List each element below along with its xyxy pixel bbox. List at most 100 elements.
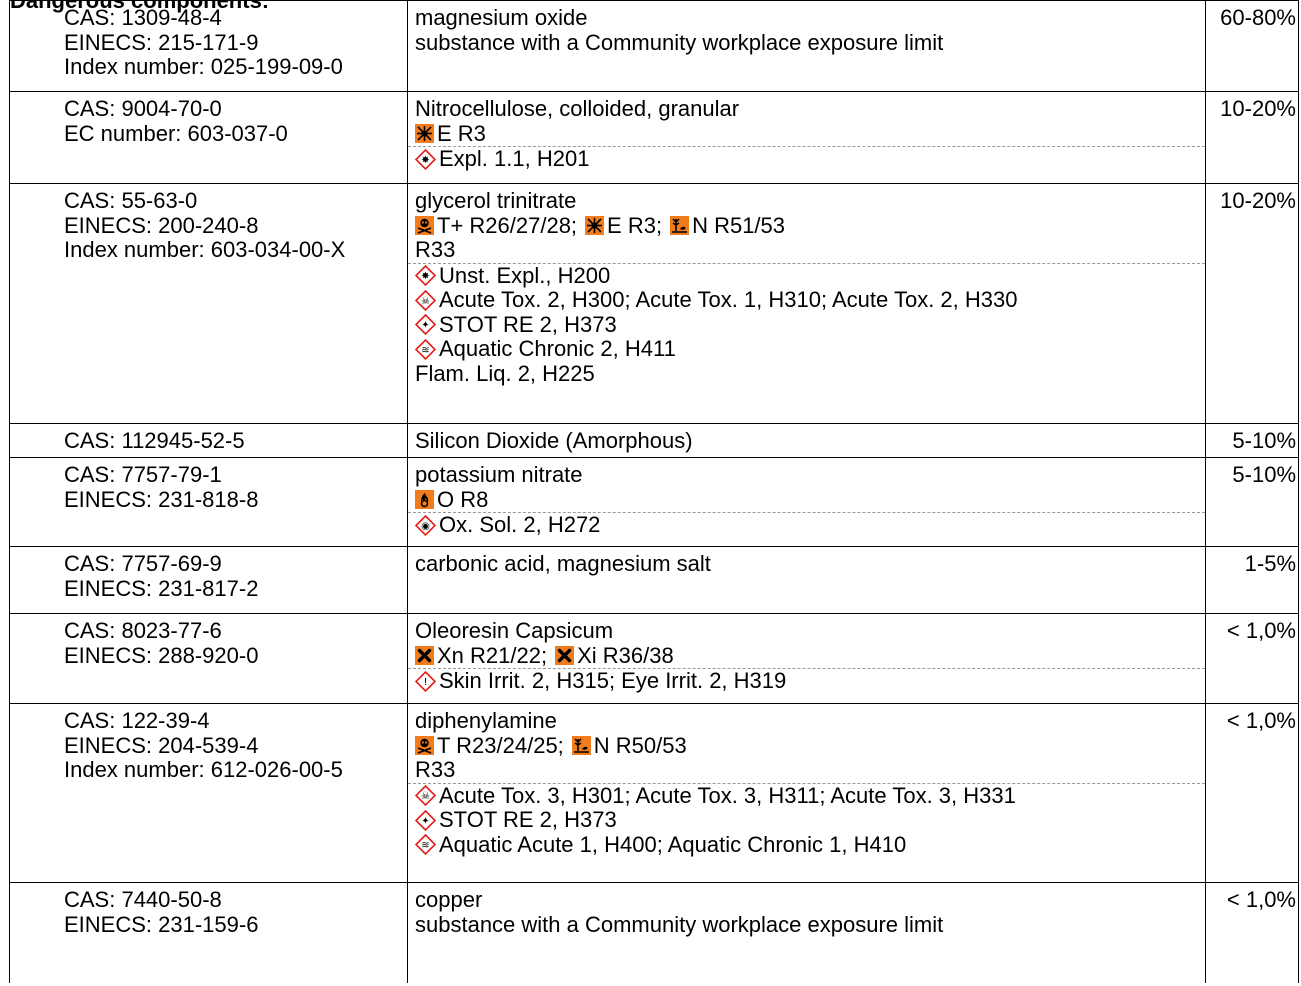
cas-number: CAS: 7440-50-8: [64, 887, 222, 912]
dsd-classification: Xi R36/38: [577, 642, 674, 668]
index-number: Index number: 603-034-00-X: [64, 237, 346, 262]
einecs-number: EINECS: 231-159-6: [64, 911, 259, 937]
svg-text:✦: ✦: [421, 320, 429, 331]
einecs-number: EINECS: 204-539-4: [64, 732, 259, 758]
ghs07-exclamation-icon: !: [415, 670, 436, 692]
exposure-note: substance with a Community workplace exp…: [415, 911, 944, 937]
description-cell: copper substance with a Community workpl…: [407, 883, 1205, 983]
description-cell: potassium nitrate O R8 ◉ Ox. Sol. 2, H27…: [407, 458, 1205, 546]
svg-text:≋: ≋: [421, 345, 429, 356]
description-cell: Oleoresin Capsicum Xn R21/22; Xi R36/38 …: [407, 614, 1205, 703]
substance-name: magnesium oxide: [415, 5, 588, 30]
index-number: Index number: 025-199-09-0: [64, 54, 343, 79]
environment-symbol-icon: [571, 736, 591, 756]
einecs-number: EINECS: 200-240-8: [64, 212, 259, 238]
cas-number: CAS: 9004-70-0: [64, 96, 222, 121]
cas-number: CAS: 122-39-4: [64, 708, 210, 733]
table-row: CAS: 7757-69-9 EINECS: 231-817-2 carboni…: [9, 547, 1299, 614]
percent-cell: 1-5%: [1205, 547, 1299, 613]
percent-cell: 10-20%: [1205, 184, 1299, 423]
ghs-classification: STOT RE 2, H373: [439, 807, 617, 832]
dsd-extra: R33: [415, 757, 456, 782]
cas-number: CAS: 1309-48-4: [64, 5, 222, 30]
einecs-number: EINECS: 231-817-2: [64, 575, 259, 601]
ghs-extra: Flam. Liq. 2, H225: [415, 360, 595, 386]
substance-name: diphenylamine: [415, 708, 557, 733]
table-row: CAS: 55-63-0 EINECS: 200-240-8 Index num…: [9, 184, 1299, 424]
dsd-classification: T R23/24/25;: [437, 732, 564, 758]
svg-text:!: !: [423, 677, 427, 688]
svg-text:✸: ✸: [421, 155, 429, 166]
dsd-classification: N R51/53: [692, 212, 786, 238]
percent-cell: 60-80%: [1205, 1, 1299, 91]
dsd-classification: Xn R21/22;: [437, 642, 548, 668]
substance-name: copper: [415, 887, 483, 912]
ec-number: EC number: 603-037-0: [64, 120, 288, 146]
ghs03-flame-over-circle-icon: ◉: [415, 514, 436, 536]
dsd-classification: O R8: [437, 486, 489, 512]
toxic-symbol-icon: [415, 216, 434, 236]
ghs-classification: STOT RE 2, H373: [439, 311, 617, 337]
ghs09-environment-icon: ≋: [415, 338, 436, 360]
substance-name: Nitrocellulose, colloided, granular: [415, 96, 740, 121]
ghs-classification: Ox. Sol. 2, H272: [439, 512, 601, 537]
table-row: CAS: 7757-79-1 EINECS: 231-818-8 potassi…: [9, 458, 1299, 547]
identifier-cell: CAS: 8023-77-6 EINECS: 288-920-0: [9, 614, 407, 703]
dsd-classification: E R3: [437, 120, 486, 146]
environment-symbol-icon: [670, 216, 690, 236]
explosive-symbol-icon: [415, 124, 434, 144]
oxidizing-symbol-icon: [415, 490, 434, 510]
harmful-cross-icon: [415, 646, 434, 666]
ghs-classification: Acute Tox. 3, H301; Acute Tox. 3, H311; …: [439, 782, 1016, 808]
einecs-number: EINECS: 215-171-9: [64, 29, 259, 55]
dsd-classification: E R3;: [607, 212, 663, 238]
components-table: CAS: 1309-48-4 EINECS: 215-171-9 Index n…: [9, 0, 1299, 983]
svg-text:☠: ☠: [421, 791, 430, 802]
ghs06-skull-icon: ☠: [415, 785, 436, 807]
description-cell: magnesium oxide substance with a Communi…: [407, 1, 1205, 91]
dsd-extra: R33: [415, 237, 456, 262]
dsd-classification: N R50/53: [593, 732, 687, 758]
percent-cell: 5-10%: [1205, 458, 1299, 546]
description-cell: Nitrocellulose, colloided, granular E R3…: [407, 92, 1205, 183]
cas-number: CAS: 8023-77-6: [64, 618, 222, 643]
svg-text:✦: ✦: [421, 816, 429, 827]
description-cell: glycerol trinitrate T+ R26/27/28; E R3; …: [407, 184, 1205, 423]
cas-number: CAS: 55-63-0: [64, 188, 198, 213]
ghs08-health-hazard-icon: ✦: [415, 314, 436, 336]
svg-text:✸: ✸: [421, 271, 429, 282]
identifier-cell: CAS: 7440-50-8 EINECS: 231-159-6: [9, 883, 407, 983]
identifier-cell: CAS: 122-39-4 EINECS: 204-539-4 Index nu…: [9, 704, 407, 882]
cas-number: CAS: 7757-79-1: [64, 462, 222, 487]
svg-text:◉: ◉: [421, 521, 430, 532]
irritant-cross-icon: [555, 646, 575, 666]
einecs-number: EINECS: 288-920-0: [64, 642, 259, 668]
substance-name: potassium nitrate: [415, 462, 583, 487]
description-cell: Silicon Dioxide (Amorphous): [407, 424, 1205, 457]
index-number: Index number: 612-026-00-5: [64, 757, 343, 782]
ghs09-environment-icon: ≋: [415, 834, 436, 856]
ghs-classification: Aquatic Acute 1, H400; Aquatic Chronic 1…: [439, 831, 907, 857]
ghs01-exploding-bomb-icon: ✸: [415, 148, 436, 170]
table-row: CAS: 9004-70-0 EC number: 603-037-0 Nitr…: [9, 92, 1299, 184]
ghs-classification: Skin Irrit. 2, H315; Eye Irrit. 2, H319: [439, 668, 787, 693]
substance-name: Silicon Dioxide (Amorphous): [415, 428, 693, 453]
table-row: CAS: 7440-50-8 EINECS: 231-159-6 copper …: [9, 883, 1299, 983]
percent-cell: < 1,0%: [1205, 614, 1299, 703]
identifier-cell: CAS: 7757-69-9 EINECS: 231-817-2: [9, 547, 407, 613]
svg-text:☠: ☠: [421, 296, 430, 307]
toxic-symbol-icon: [415, 736, 434, 756]
description-cell: diphenylamine T R23/24/25; N R50/53 R33 …: [407, 704, 1205, 882]
table-row: CAS: 112945-52-5 Silicon Dioxide (Amorph…: [9, 424, 1299, 458]
percent-cell: 5-10%: [1205, 424, 1299, 457]
ghs01-exploding-bomb-icon: ✸: [415, 265, 436, 287]
substance-name: carbonic acid, magnesium salt: [415, 551, 711, 576]
ghs06-skull-icon: ☠: [415, 289, 436, 311]
description-cell: carbonic acid, magnesium salt: [407, 547, 1205, 613]
table-row: CAS: 8023-77-6 EINECS: 288-920-0 Oleores…: [9, 614, 1299, 704]
svg-text:≋: ≋: [421, 840, 429, 851]
identifier-cell: CAS: 7757-79-1 EINECS: 231-818-8: [9, 458, 407, 546]
ghs08-health-hazard-icon: ✦: [415, 809, 436, 831]
cas-number: CAS: 7757-69-9: [64, 551, 222, 576]
ghs-classification: Unst. Expl., H200: [439, 262, 611, 288]
